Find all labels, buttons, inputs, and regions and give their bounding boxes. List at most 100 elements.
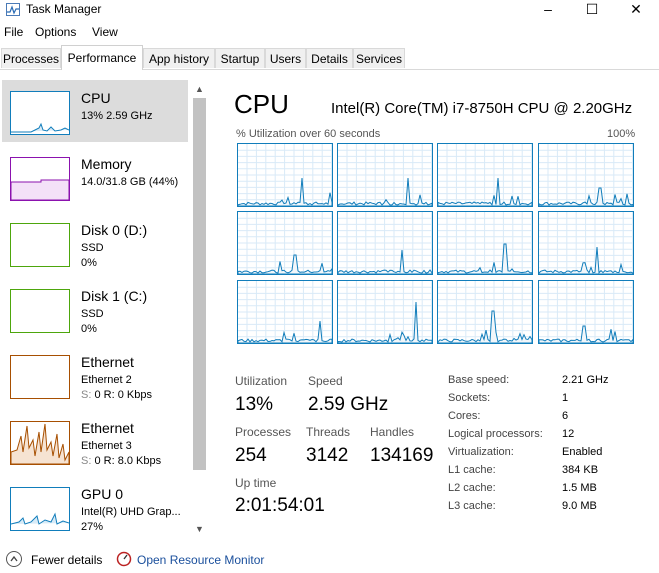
detail-key: L2 cache: [448,482,496,494]
sidebar-item-label: CPU [81,90,111,106]
logical-processor-graph [237,211,333,275]
uptime-label: Up time [235,476,277,490]
scrollbar-thumb[interactable] [193,98,206,470]
tab-services[interactable]: Services [353,48,405,68]
sidebar-item-detail: Ethernet 3 [81,440,132,452]
sidebar-item-label: Disk 1 (C:) [81,288,148,304]
logical-processor-graph [237,143,333,207]
throughput-values: 0 R: 8.0 Kbps [91,455,162,467]
logical-processor-graph [337,211,433,275]
menu-options[interactable]: Options [35,25,76,39]
scroll-up-icon[interactable]: ▲ [195,84,204,94]
logical-processor-graph [538,143,634,207]
logical-processor-graph [237,280,333,344]
send-label: S: [81,455,92,467]
detail-value: 2.21 GHz [562,374,609,386]
task-manager-icon [6,3,20,16]
sidebar-item-detail: SSD [81,308,104,320]
send-label: S: [81,389,92,401]
utilization-value: 13% [235,394,274,415]
ethernet-graph-icon [10,421,70,465]
throughput-values: 0 R: 0 Kbps [91,389,152,401]
threads-value: 3142 [306,445,349,466]
sidebar-item-ethernet-2[interactable]: Ethernet Ethernet 2 S: 0 R: 0 Kbps [2,344,188,406]
sidebar-item-detail: 13% 2.59 GHz [81,110,153,122]
window-title: Task Manager [26,2,102,16]
utilization-max-label: 100% [607,128,636,140]
sidebar-item-cpu[interactable]: CPU 13% 2.59 GHz [2,80,188,142]
fewer-details-link[interactable]: Fewer details [31,553,102,567]
close-button[interactable]: ✕ [613,0,659,20]
tab-performance[interactable]: Performance [61,45,143,70]
processes-label: Processes [235,425,292,439]
detail-value: 9.0 MB [562,500,597,512]
detail-key: L1 cache: [448,464,496,476]
sidebar-item-usage: 0% [81,257,97,269]
utilization-graph-label: % Utilization over 60 seconds [236,128,381,140]
handles-value: 134169 [370,445,434,466]
chevron-up-icon[interactable] [6,551,22,567]
sidebar-item-detail: Intel(R) UHD Grap... [81,506,181,518]
tab-processes[interactable]: Processes [1,48,61,68]
detail-value: 384 KB [562,464,599,476]
sidebar-item-label: Ethernet [81,420,134,436]
resource-sidebar: CPU 13% 2.59 GHz Memory 14.0/31.8 GB (44… [0,78,208,539]
processes-value: 254 [235,445,267,466]
sidebar-item-detail: SSD [81,242,104,254]
detail-key: Base speed: [448,374,510,386]
detail-key: Sockets: [448,392,491,404]
ethernet-graph-icon [10,355,70,399]
menu-view[interactable]: View [92,25,118,39]
logical-processor-graph [538,211,634,275]
scroll-down-icon[interactable]: ▼ [195,524,204,534]
cpu-model-name: Intel(R) Core(TM) i7-8750H CPU @ 2.20GHz [331,100,633,117]
detail-value: 12 [562,428,575,440]
tab-app-history[interactable]: App history [143,48,215,68]
sidebar-item-throughput: S: 0 R: 8.0 Kbps [81,455,161,467]
logical-processor-graph [337,143,433,207]
sidebar-item-usage: 0% [81,323,97,335]
sidebar-item-disk-0[interactable]: Disk 0 (D:) SSD 0% [2,212,188,274]
detail-key: Virtualization: [448,446,514,458]
detail-value: 1 [562,392,569,404]
sidebar-item-label: Disk 0 (D:) [81,222,148,238]
logical-processor-graph [538,280,634,344]
sidebar-item-detail: 14.0/31.8 GB (44%) [81,176,179,188]
tab-startup[interactable]: Startup [215,48,265,68]
maximize-button[interactable]: ☐ [569,0,615,20]
tab-users[interactable]: Users [265,48,306,68]
logical-processor-graph [437,280,533,344]
sidebar-item-label: Ethernet [81,354,134,370]
resource-monitor-icon[interactable] [116,551,132,567]
minimize-button[interactable]: – [525,0,571,20]
sidebar-item-detail: Ethernet 2 [81,374,132,386]
disk-graph-icon [10,223,70,267]
speed-label: Speed [308,374,343,388]
threads-label: Threads [306,425,351,439]
memory-graph-icon [10,157,70,201]
tab-details[interactable]: Details [306,48,353,68]
detail-value: 6 [562,410,569,422]
sidebar-item-label: Memory [81,156,132,172]
sidebar-item-disk-1[interactable]: Disk 1 (C:) SSD 0% [2,278,188,340]
page-title: CPU [234,89,289,119]
disk-graph-icon [10,289,70,333]
tab-bar: Processes Performance App history Startu… [0,45,659,70]
sidebar-item-memory[interactable]: Memory 14.0/31.8 GB (44%) [2,146,188,208]
speed-value: 2.59 GHz [308,394,389,415]
handles-label: Handles [370,425,415,439]
sidebar-item-usage: 27% [81,521,104,533]
menu-file[interactable]: File [4,25,23,39]
logical-processor-graph [337,280,433,344]
open-resource-monitor-link[interactable]: Open Resource Monitor [137,553,264,567]
logical-processor-graph [437,211,533,275]
sidebar-item-ethernet-3[interactable]: Ethernet Ethernet 3 S: 0 R: 8.0 Kbps [2,410,188,472]
detail-value: 1.5 MB [562,482,597,494]
sidebar-item-throughput: S: 0 R: 0 Kbps [81,389,152,401]
detail-key: L3 cache: [448,500,496,512]
logical-processor-graph [437,143,533,207]
cpu-graph-icon [10,91,70,135]
detail-key: Logical processors: [448,428,543,440]
detail-value: Enabled [562,446,603,458]
sidebar-item-gpu-0[interactable]: GPU 0 Intel(R) UHD Grap... 27% [2,476,188,538]
